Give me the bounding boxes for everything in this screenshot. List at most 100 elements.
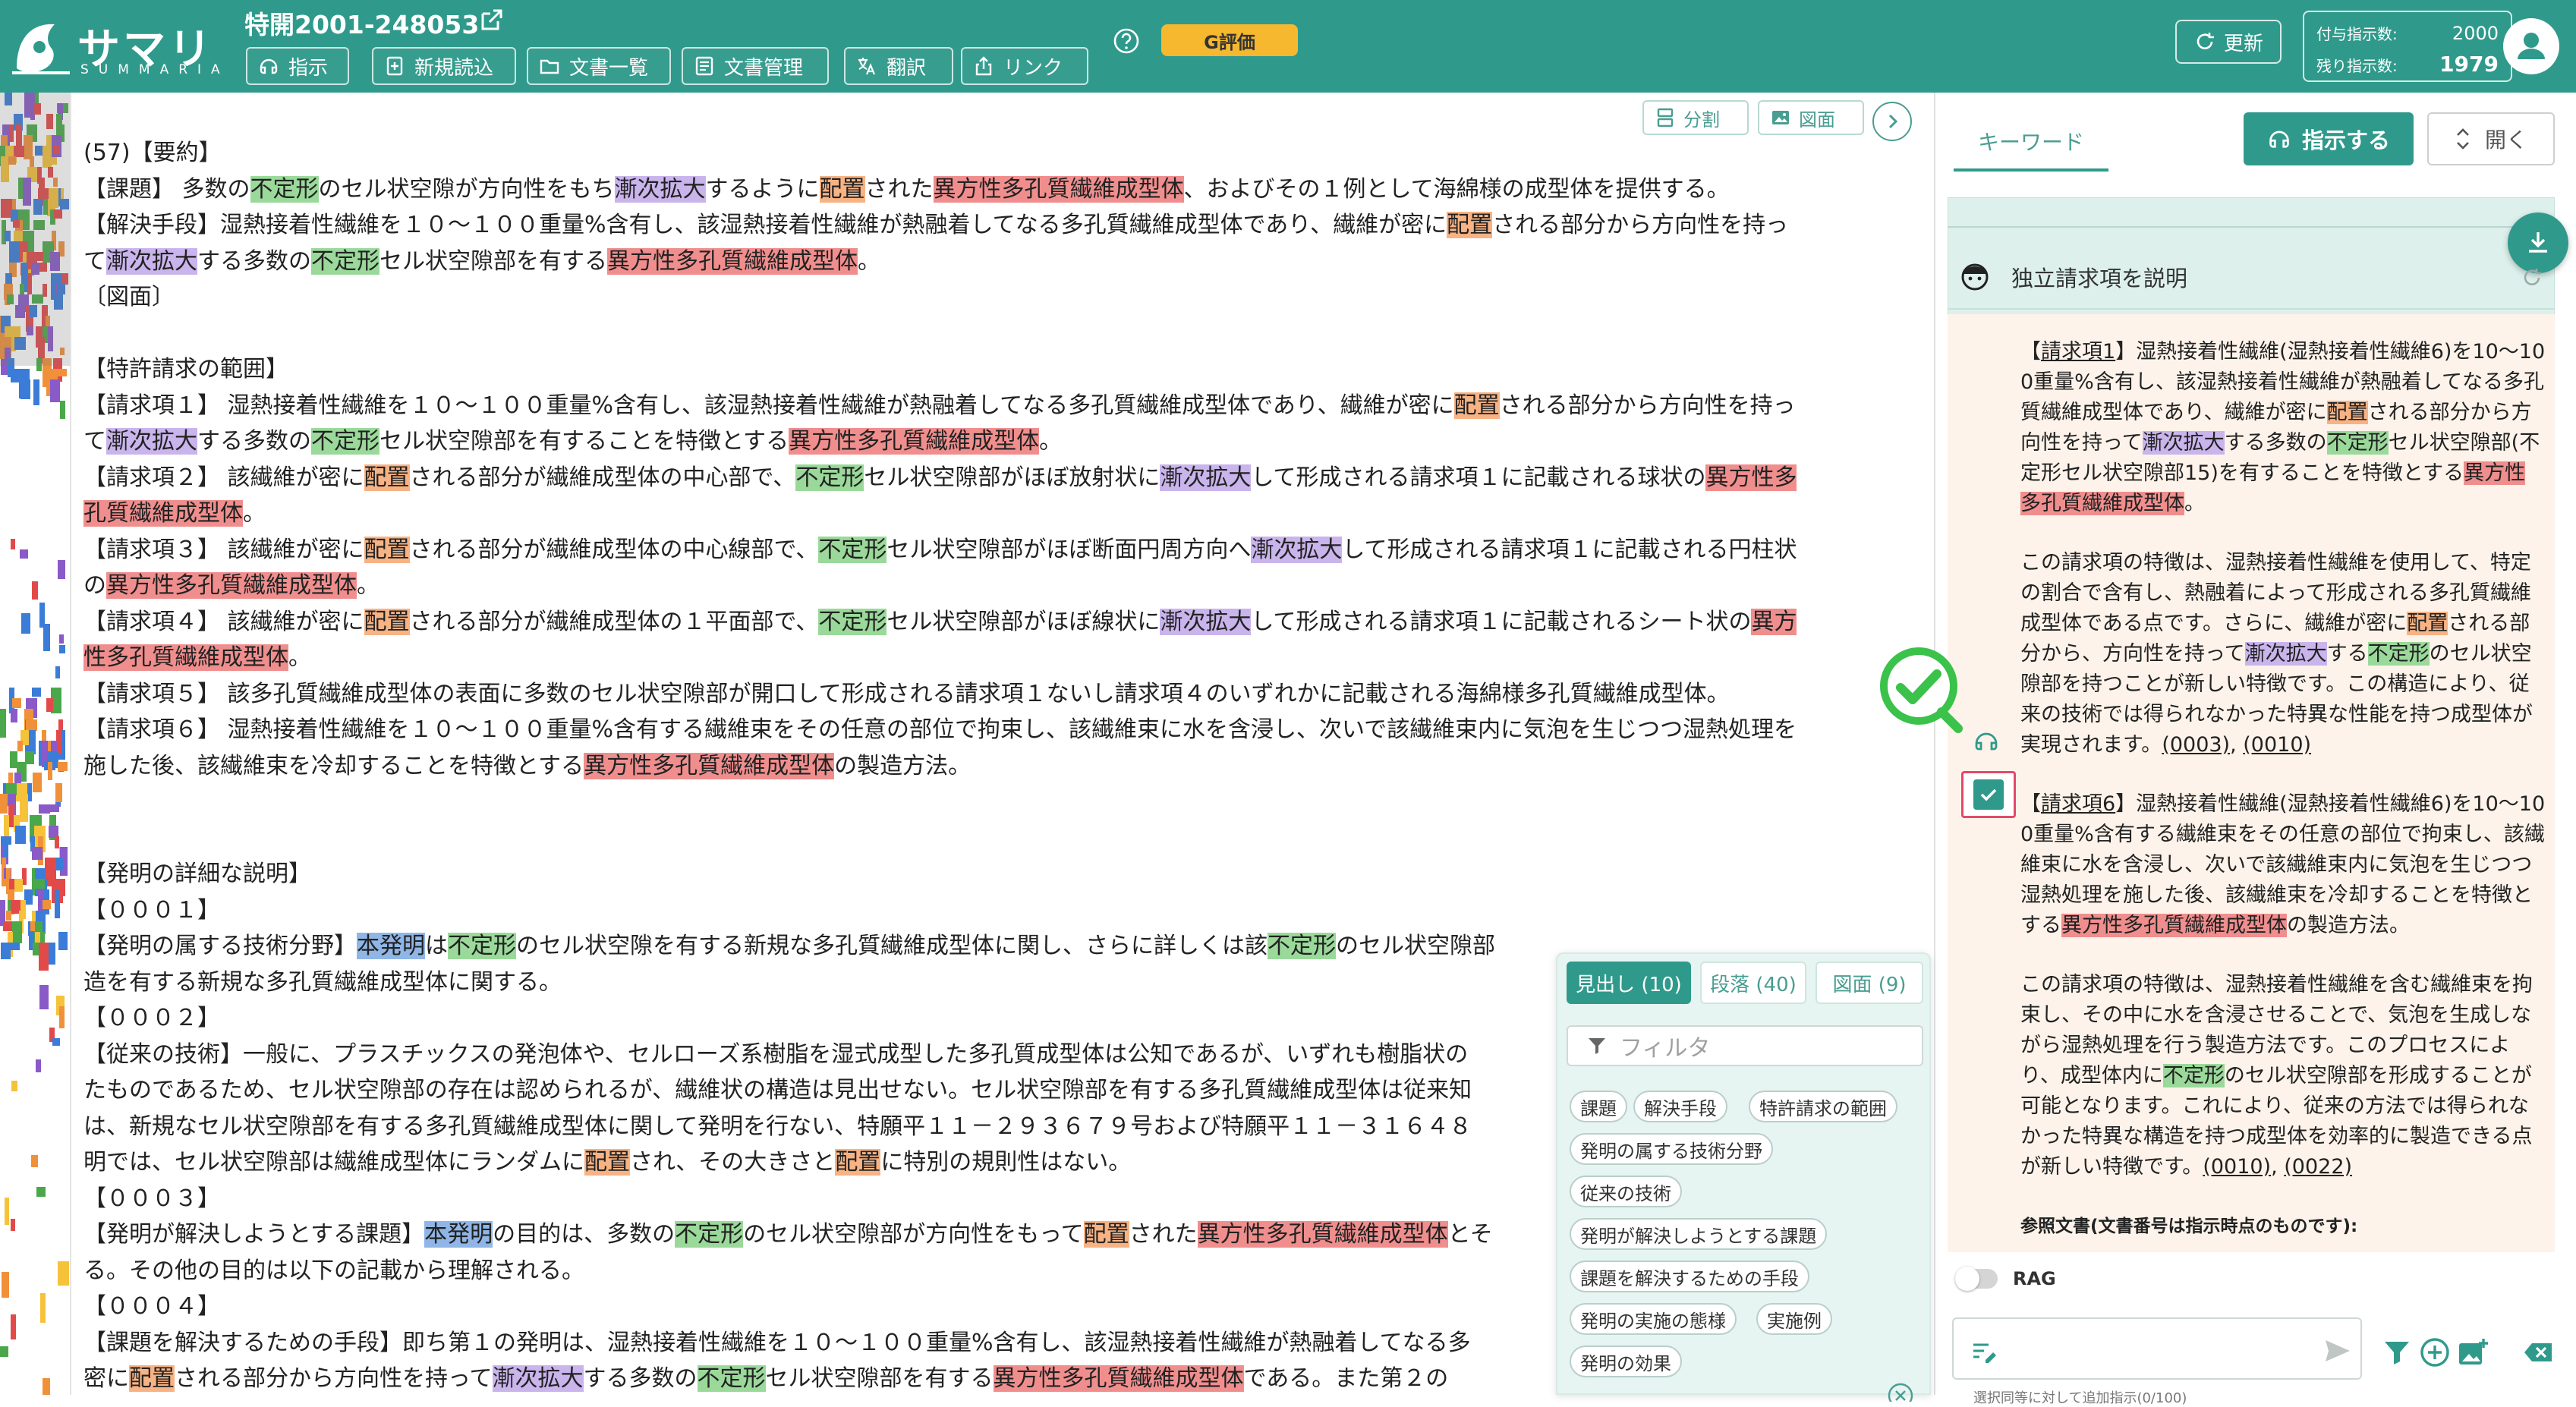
chip-heading[interactable]: 発明の属する技術分野 bbox=[1570, 1133, 1773, 1165]
filter-icon[interactable] bbox=[2380, 1336, 2414, 1369]
chip-heading[interactable]: 従来の技術 bbox=[1570, 1176, 1682, 1207]
toolbar-document-manage-button[interactable]: 文書管理 bbox=[682, 47, 829, 85]
minimap-mark bbox=[11, 1314, 16, 1339]
external-link-icon[interactable] bbox=[478, 6, 505, 33]
text-run: のセル状空隙が方向性をもち bbox=[318, 175, 615, 203]
text-run: される部分が繊維成型体の中心線部で、 bbox=[409, 536, 819, 563]
minimap-mark bbox=[15, 826, 26, 844]
filter-input[interactable]: フィルタ bbox=[1567, 1025, 1923, 1066]
help-icon[interactable] bbox=[1113, 27, 1140, 55]
minimap-mark bbox=[59, 645, 65, 653]
tab-keywords[interactable]: キーワード bbox=[1954, 114, 2108, 172]
claim-number-link[interactable]: 請求項6 bbox=[2041, 792, 2115, 816]
highlight-amorphous: 不定形 bbox=[818, 608, 887, 635]
paragraph-ref-link[interactable]: (0022) bbox=[2284, 1155, 2352, 1179]
highlight-arrangement: 配置 bbox=[364, 608, 410, 635]
text-run: 。 bbox=[288, 644, 311, 671]
summaria-logo[interactable]: サマリア SUMMARIA bbox=[9, 11, 237, 136]
text-run: 【請求項１】 湿熱接着性繊維を１０～１００重量%含有し、該湿熱接着性繊維が熱融着… bbox=[83, 392, 1454, 419]
chip-heading[interactable]: 発明の実施の態様 bbox=[1570, 1303, 1737, 1335]
text-run: 。 bbox=[858, 247, 880, 275]
claim-6-checkbox[interactable] bbox=[1961, 771, 2016, 818]
paragraph-ref-link[interactable]: (0010) bbox=[2243, 733, 2311, 757]
split-button[interactable]: 分割 bbox=[1642, 100, 1749, 135]
chatbot-icon[interactable] bbox=[1972, 727, 2001, 756]
chip-heading[interactable]: 発明の効果 bbox=[1570, 1346, 1682, 1377]
clear-icon[interactable] bbox=[2521, 1336, 2555, 1369]
paragraph-ref-link[interactable]: (0003) bbox=[2162, 733, 2230, 757]
minimap-mark bbox=[20, 794, 28, 822]
document-line: 【０００１】 bbox=[83, 892, 1920, 929]
rag-toggle[interactable] bbox=[1955, 1267, 1998, 1291]
chat-input[interactable] bbox=[1952, 1317, 2362, 1380]
minimap-mark bbox=[33, 379, 39, 405]
highlight-amorphous: 不定形 bbox=[448, 933, 516, 959]
user-icon bbox=[2518, 33, 2545, 59]
document-line: 【請求項５】 該多孔質繊維成型体の表面に多数のセル状空隙部が開口して形成される請… bbox=[83, 676, 1920, 713]
highlight-arrangement: 配置 bbox=[1447, 212, 1493, 238]
add-circle-icon[interactable] bbox=[2418, 1336, 2452, 1369]
text-run: するように bbox=[705, 175, 820, 203]
quota-remaining-label: 残り指示数: bbox=[2316, 57, 2398, 75]
toolbar-instruct-button[interactable]: 指示 bbox=[246, 47, 349, 85]
tab-headings[interactable]: 見出し (10) bbox=[1567, 962, 1691, 1004]
text-run: される部分から方向性を持っ bbox=[1492, 212, 1789, 238]
minimap-mark bbox=[32, 847, 43, 860]
patent-number: 特開2001-248053 bbox=[244, 10, 480, 39]
minimap-mark bbox=[58, 560, 65, 579]
text-run: 施した後、該繊維束を冷却することを特徴とする bbox=[83, 752, 584, 779]
chip-heading[interactable]: 発明が解決しようとする課題 bbox=[1570, 1218, 1828, 1250]
highlight-minimap[interactable] bbox=[0, 93, 70, 1395]
text-run: する多数の bbox=[197, 247, 311, 275]
text-run: される部分が繊維成型体の１平面部で、 bbox=[409, 608, 819, 635]
highlight-amorphous: 不定形 bbox=[2367, 642, 2430, 666]
toolbar-document-list-button[interactable]: 文書一覧 bbox=[527, 47, 671, 85]
bottom-note: 選択同等に対して追加指示(0/100) bbox=[1973, 1390, 2187, 1406]
tab-figures[interactable]: 図面 (9) bbox=[1815, 962, 1923, 1004]
figure-button[interactable]: 図面 bbox=[1758, 100, 1864, 135]
minimap-mark bbox=[33, 879, 45, 889]
pane-divider[interactable] bbox=[1934, 93, 1935, 1395]
minimap-divider bbox=[70, 93, 71, 1395]
minimap-mark bbox=[26, 719, 37, 731]
filter-icon bbox=[1589, 1038, 1605, 1054]
minimap-mark bbox=[58, 932, 68, 950]
minimap-mark bbox=[48, 762, 52, 780]
text-run: 造を有する新規な多孔質繊維成型体に関する。 bbox=[83, 968, 562, 996]
minimap-viewport[interactable] bbox=[0, 93, 70, 366]
divider bbox=[1948, 226, 2555, 228]
document-line: て漸次拡大する多数の不定形セル状空隙部を有する異方性多孔質繊維成型体。 bbox=[83, 244, 1920, 280]
chip-heading[interactable]: 解決手段 bbox=[1633, 1091, 1727, 1122]
toolbar-link-button[interactable]: リンク bbox=[961, 47, 1088, 85]
claim-number-link[interactable]: 請求項1 bbox=[2041, 340, 2115, 364]
regenerate-icon[interactable] bbox=[2520, 266, 2544, 290]
close-navigator-icon[interactable] bbox=[1885, 1379, 1916, 1402]
chip-heading[interactable]: 特許請求の範囲 bbox=[1749, 1091, 1897, 1122]
text-run: する多数の bbox=[583, 1365, 698, 1392]
instruction-quota: 付与指示数: 2000 残り指示数: 1979 bbox=[2303, 11, 2512, 82]
paragraph-ref-link[interactable]: (0010) bbox=[2203, 1155, 2271, 1179]
text-run: 【請求項５】 該多孔質繊維成型体の表面に多数のセル状空隙部が開口して形成される請… bbox=[83, 680, 1730, 707]
figure-label: 図面 bbox=[1799, 109, 1835, 131]
chip-heading[interactable]: 実施例 bbox=[1756, 1303, 1832, 1335]
highlight-amorphous: 不定形 bbox=[311, 247, 379, 275]
g-rating-badge[interactable]: G評価 bbox=[1161, 24, 1298, 56]
document-line: 【請求項３】 該繊維が密に配置される部分が繊維成型体の中心線部で、不定形セル状空… bbox=[83, 532, 1920, 568]
instruct-button[interactable]: 指示する bbox=[2244, 112, 2414, 165]
chip-heading[interactable]: 課題 bbox=[1570, 1091, 1627, 1122]
toolbar-translate-button[interactable]: 翻訳 bbox=[844, 47, 953, 85]
add-image-icon[interactable] bbox=[2456, 1336, 2489, 1369]
tab-paragraphs[interactable]: 段落 (40) bbox=[1700, 962, 1806, 1004]
user-avatar[interactable] bbox=[2503, 18, 2559, 74]
send-icon[interactable] bbox=[2322, 1336, 2353, 1366]
update-button[interactable]: 更新 bbox=[2175, 20, 2282, 64]
text-run: 【請求項６】 湿熱接着性繊維を１０～１００重量%含有する繊維束をその任意の部位で… bbox=[83, 716, 1797, 743]
minimap-mark bbox=[2, 1272, 9, 1298]
chip-heading[interactable]: 課題を解決するための手段 bbox=[1570, 1261, 1809, 1292]
minimap-mark bbox=[55, 889, 60, 918]
toolbar-label: 新規読込 bbox=[414, 56, 494, 80]
text-run: 【 bbox=[2020, 340, 2041, 364]
toolbar-new-load-button[interactable]: 新規読込 bbox=[372, 47, 516, 85]
claim-header[interactable]: 独立請求項を説明 bbox=[1948, 246, 2555, 310]
expand-button[interactable]: 開く bbox=[2427, 112, 2555, 165]
